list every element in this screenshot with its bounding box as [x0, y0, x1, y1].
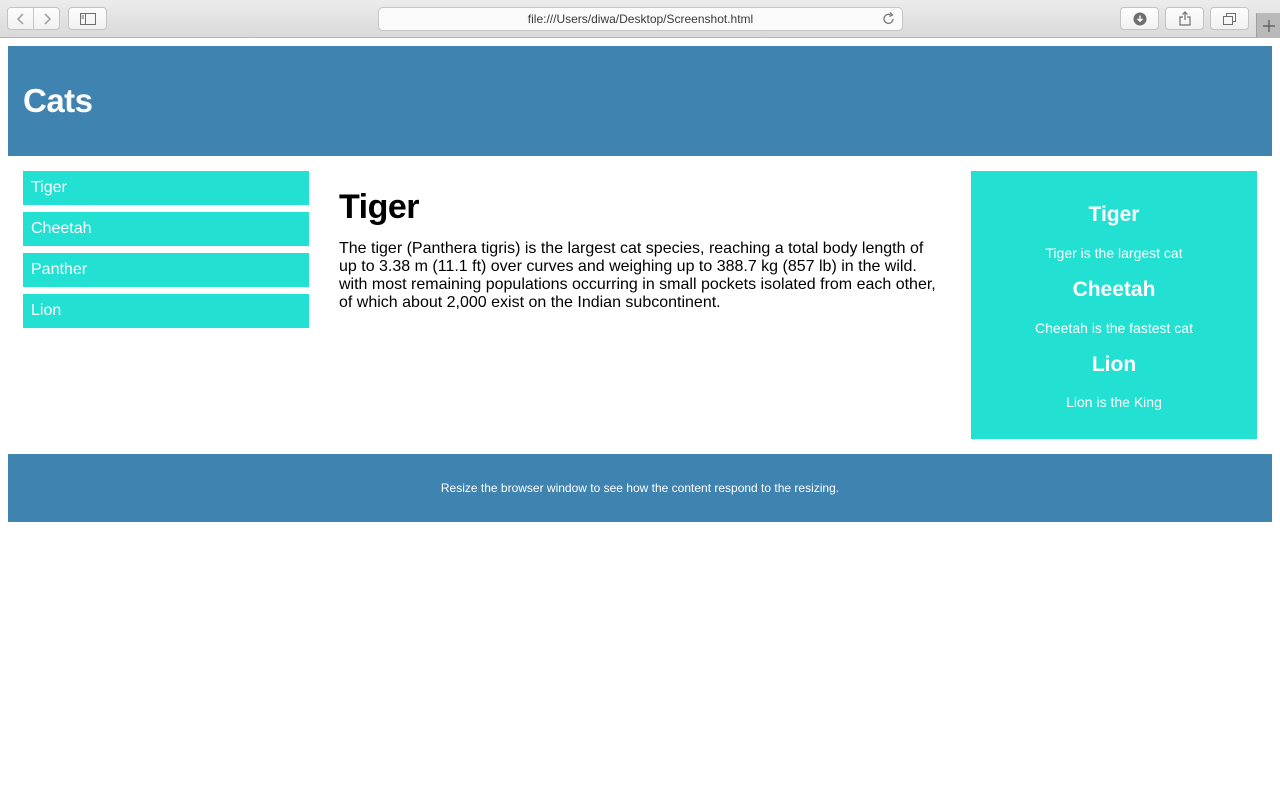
sidebar-button[interactable]	[68, 7, 107, 30]
new-tab-button[interactable]	[1256, 13, 1280, 38]
page-title: Cats	[23, 82, 93, 119]
fact-title-tiger: Tiger	[1088, 203, 1140, 226]
main-content: Tiger The tiger (Panthera tigris) is the…	[339, 188, 944, 312]
address-bar[interactable]: file:///Users/diwa/Desktop/Screenshot.ht…	[378, 7, 903, 31]
download-button[interactable]	[1120, 7, 1159, 30]
footer-text: Resize the browser window to see how the…	[440, 481, 840, 495]
new-tab-icon	[1262, 19, 1275, 32]
article-body: The tiger (Panthera tigris) is the large…	[339, 240, 936, 311]
page-header: Cats	[8, 46, 1272, 156]
browser-toolbar: file:///Users/diwa/Desktop/Screenshot.ht…	[0, 0, 1280, 38]
facts-panel: Tiger Tiger is the largest cat Cheetah C…	[971, 171, 1257, 439]
fact-text-cheetah: Cheetah is the fastest cat	[1035, 320, 1193, 336]
forward-icon	[43, 12, 51, 25]
address-text: file:///Users/diwa/Desktop/Screenshot.ht…	[527, 12, 754, 26]
side-menu: Tiger Cheetah Panther Lion	[23, 171, 309, 335]
fact-text-tiger: Tiger is the largest cat	[1045, 245, 1183, 261]
reload-icon[interactable]	[881, 11, 897, 27]
forward-button[interactable]	[33, 7, 60, 30]
fact-title-lion: Lion	[1091, 353, 1137, 376]
article-title: Tiger	[339, 188, 420, 226]
share-icon	[1178, 11, 1191, 26]
menu-item-lion[interactable]: Lion	[23, 294, 309, 328]
tabs-button[interactable]	[1210, 7, 1249, 30]
tabs-icon	[1222, 12, 1236, 25]
share-button[interactable]	[1165, 7, 1204, 30]
sidebar-icon	[79, 12, 96, 25]
page-content: Cats Tiger Cheetah Panther Lion Tiger Th…	[0, 38, 1280, 800]
fact-title-cheetah: Cheetah	[1072, 278, 1156, 301]
back-icon	[16, 12, 24, 25]
fact-text-lion: Lion is the King	[1066, 394, 1162, 410]
menu-item-panther[interactable]: Panther	[23, 253, 309, 287]
back-button[interactable]	[7, 7, 34, 30]
download-icon	[1133, 12, 1146, 25]
page-footer: Resize the browser window to see how the…	[8, 454, 1272, 522]
menu-item-tiger[interactable]: Tiger	[23, 171, 309, 205]
menu-item-cheetah[interactable]: Cheetah	[23, 212, 309, 246]
